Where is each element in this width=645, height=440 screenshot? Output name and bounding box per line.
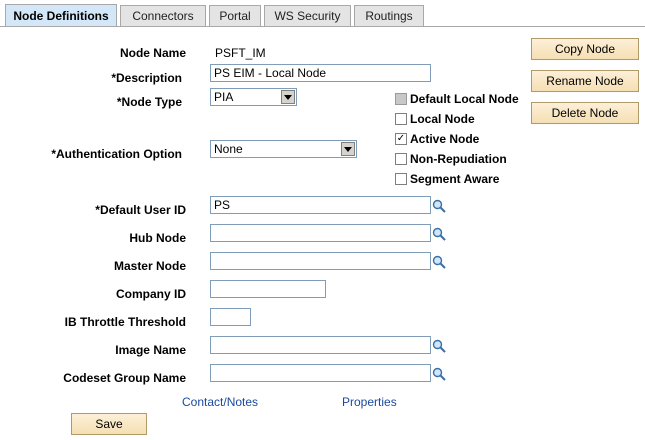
magnifier-icon[interactable] bbox=[432, 227, 446, 241]
tab-label: Node Definitions bbox=[13, 8, 109, 23]
magnifier-icon[interactable] bbox=[432, 255, 446, 269]
node-name-label: Node Name bbox=[119, 46, 186, 60]
master-node-input[interactable] bbox=[210, 252, 431, 270]
image-name-label: Image Name bbox=[115, 343, 186, 357]
hub-node-label: Hub Node bbox=[129, 231, 186, 245]
hub-node-input[interactable] bbox=[210, 224, 431, 242]
magnifier-icon[interactable] bbox=[432, 367, 446, 381]
local-node-checkbox[interactable] bbox=[395, 113, 407, 125]
checkmark-icon: ✓ bbox=[396, 133, 406, 144]
local-node-label: Local Node bbox=[410, 112, 475, 126]
image-name-input[interactable] bbox=[210, 336, 431, 354]
codeset-group-label: Codeset Group Name bbox=[63, 371, 186, 385]
properties-link[interactable]: Properties bbox=[342, 395, 397, 409]
node-type-label: *Node Type bbox=[116, 95, 182, 109]
node-type-select[interactable]: PIA bbox=[210, 88, 297, 106]
segment-aware-label: Segment Aware bbox=[410, 172, 500, 186]
dropdown-arrow-icon bbox=[341, 142, 355, 156]
tab-label: Connectors bbox=[132, 9, 194, 23]
segment-aware-checkbox[interactable] bbox=[395, 173, 407, 185]
active-node-checkbox[interactable]: ✓ bbox=[395, 133, 407, 145]
tab-label: Routings bbox=[365, 9, 413, 23]
default-local-node-checkbox bbox=[395, 93, 407, 105]
active-node-label: Active Node bbox=[410, 132, 480, 146]
dropdown-arrow-icon bbox=[281, 90, 295, 104]
tab-node-definitions[interactable]: Node Definitions bbox=[5, 4, 117, 26]
node-type-value: PIA bbox=[214, 90, 234, 104]
tab-ws-security[interactable]: WS Security bbox=[264, 5, 351, 26]
tab-portal[interactable]: Portal bbox=[209, 5, 261, 26]
company-id-label: Company ID bbox=[115, 287, 186, 301]
auth-option-select[interactable]: None bbox=[210, 140, 357, 158]
company-id-input[interactable] bbox=[210, 280, 326, 298]
default-user-id-label: *Default User ID bbox=[95, 203, 186, 217]
contact-notes-link[interactable]: Contact/Notes bbox=[182, 395, 258, 409]
auth-option-label: *Authentication Option bbox=[51, 147, 182, 161]
ib-throttle-input[interactable] bbox=[210, 308, 251, 326]
master-node-label: Master Node bbox=[113, 259, 186, 273]
tab-label: Portal bbox=[219, 9, 251, 23]
copy-node-button[interactable]: Copy Node bbox=[531, 38, 639, 60]
rename-node-button[interactable]: Rename Node bbox=[531, 70, 639, 92]
tab-label: WS Security bbox=[274, 9, 341, 23]
delete-node-button[interactable]: Delete Node bbox=[531, 102, 639, 124]
save-button[interactable]: Save bbox=[71, 413, 147, 435]
tab-baseline bbox=[0, 26, 645, 27]
magnifier-icon[interactable] bbox=[432, 339, 446, 353]
ib-throttle-label: IB Throttle Threshold bbox=[64, 315, 186, 329]
description-label: *Description bbox=[111, 71, 182, 85]
default-user-id-input[interactable] bbox=[210, 196, 431, 214]
description-input[interactable] bbox=[210, 64, 431, 82]
auth-option-value: None bbox=[214, 142, 243, 156]
tab-routings[interactable]: Routings bbox=[354, 5, 424, 26]
magnifier-icon[interactable] bbox=[432, 199, 446, 213]
node-name-value: PSFT_IM bbox=[215, 46, 266, 60]
default-local-node-label: Default Local Node bbox=[410, 92, 519, 106]
non-repudiation-checkbox[interactable] bbox=[395, 153, 407, 165]
codeset-group-input[interactable] bbox=[210, 364, 431, 382]
tab-connectors[interactable]: Connectors bbox=[120, 5, 206, 26]
non-repudiation-label: Non-Repudiation bbox=[410, 152, 507, 166]
